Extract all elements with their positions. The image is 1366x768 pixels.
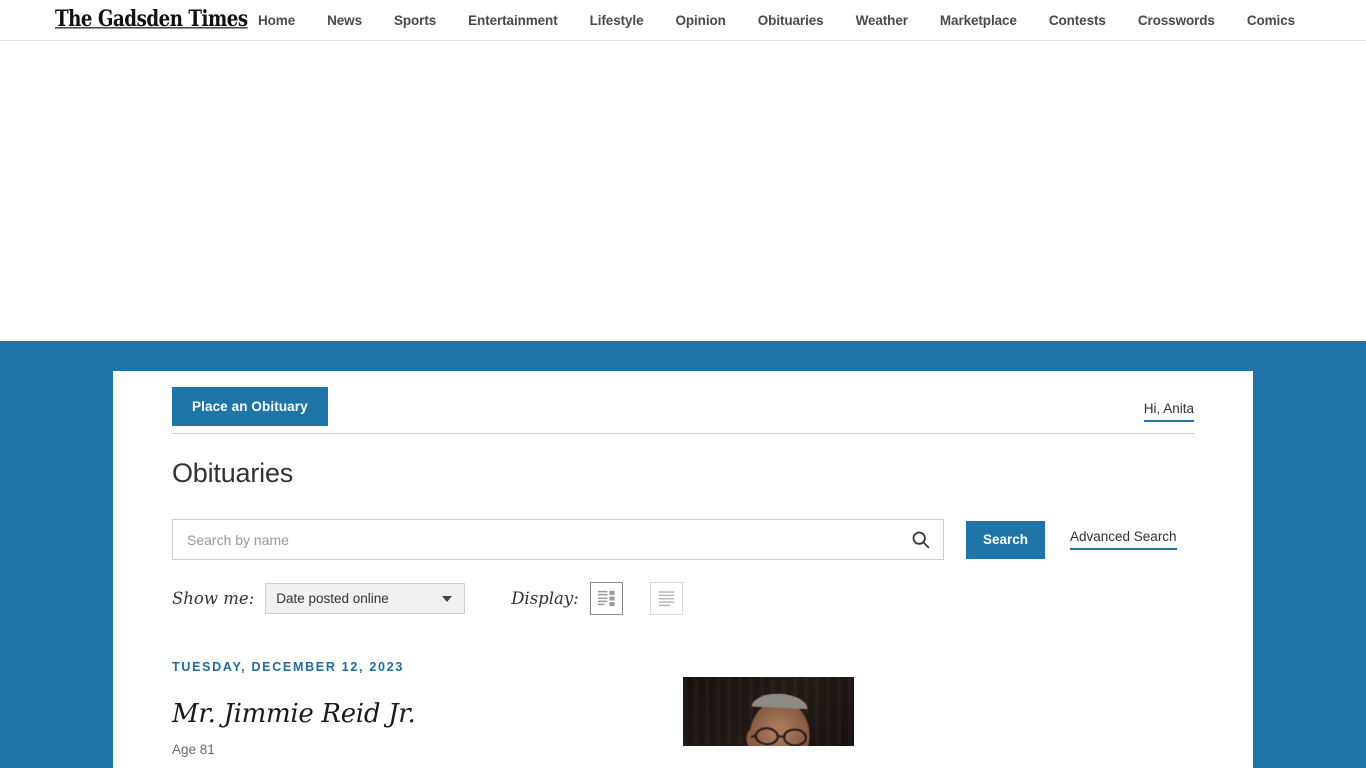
search-row: Search Advanced Search xyxy=(172,519,1177,560)
nav-item-home[interactable]: Home xyxy=(258,13,311,28)
nav-item-obituaries[interactable]: Obituaries xyxy=(742,13,840,28)
search-button[interactable]: Search xyxy=(966,520,1045,559)
site-logo[interactable]: The Gadsden Times xyxy=(55,6,248,32)
card-top-row: Place an Obituary Hi, Anita xyxy=(113,371,1253,442)
nav-item-crosswords[interactable]: Crosswords xyxy=(1122,13,1231,28)
nav-item-weather[interactable]: Weather xyxy=(840,13,924,28)
nav-item-news[interactable]: News xyxy=(311,13,378,28)
list-view-icon xyxy=(658,591,674,607)
obituary-entry[interactable]: Mr. Jimmie Reid Jr. Age 81 xyxy=(172,677,1194,757)
nav-item-entertainment[interactable]: Entertainment xyxy=(452,13,573,28)
sort-by-selected-value: Date posted online xyxy=(276,591,389,606)
display-mode-grid-button[interactable] xyxy=(589,582,623,615)
obituaries-card: Place an Obituary Hi, Anita Obituaries S… xyxy=(113,371,1253,768)
nav-item-marketplace[interactable]: Marketplace xyxy=(924,13,1033,28)
site-header: The Gadsden Times Home News Sports Enter… xyxy=(0,0,1366,41)
search-field-wrapper xyxy=(172,519,944,560)
sort-by-select[interactable]: Date posted online xyxy=(265,583,466,614)
display-label: Display: xyxy=(511,589,579,608)
show-me-label: Show me: xyxy=(172,589,255,608)
portrait-canvas xyxy=(683,677,854,746)
place-an-obituary-button[interactable]: Place an Obituary xyxy=(172,387,328,426)
nav-item-opinion[interactable]: Opinion xyxy=(659,13,741,28)
page-title: Obituaries xyxy=(172,458,294,488)
nav-item-lifestyle[interactable]: Lifestyle xyxy=(574,13,660,28)
primary-navigation: Home News Sports Entertainment Lifestyle… xyxy=(258,0,1311,41)
nav-item-comics[interactable]: Comics xyxy=(1231,13,1311,28)
advanced-search-link[interactable]: Advanced Search xyxy=(1070,529,1177,550)
search-input[interactable] xyxy=(173,520,897,559)
card-divider xyxy=(172,433,1194,434)
magnifier-icon[interactable] xyxy=(897,520,943,559)
advertisement-slot xyxy=(0,41,1366,341)
nav-item-contests[interactable]: Contests xyxy=(1033,13,1122,28)
date-group-heading: TUESDAY, DECEMBER 12, 2023 xyxy=(172,660,405,674)
obituaries-section: Place an Obituary Hi, Anita Obituaries S… xyxy=(0,341,1366,768)
grid-view-icon xyxy=(597,590,615,607)
display-mode-list-button[interactable] xyxy=(649,582,683,615)
user-greeting-link[interactable]: Hi, Anita xyxy=(1143,401,1194,422)
chevron-down-icon xyxy=(442,595,453,602)
filter-row: Show me: Date posted online Display: xyxy=(172,582,683,615)
obituary-portrait-photo[interactable] xyxy=(683,677,854,746)
nav-item-sports[interactable]: Sports xyxy=(378,13,452,28)
